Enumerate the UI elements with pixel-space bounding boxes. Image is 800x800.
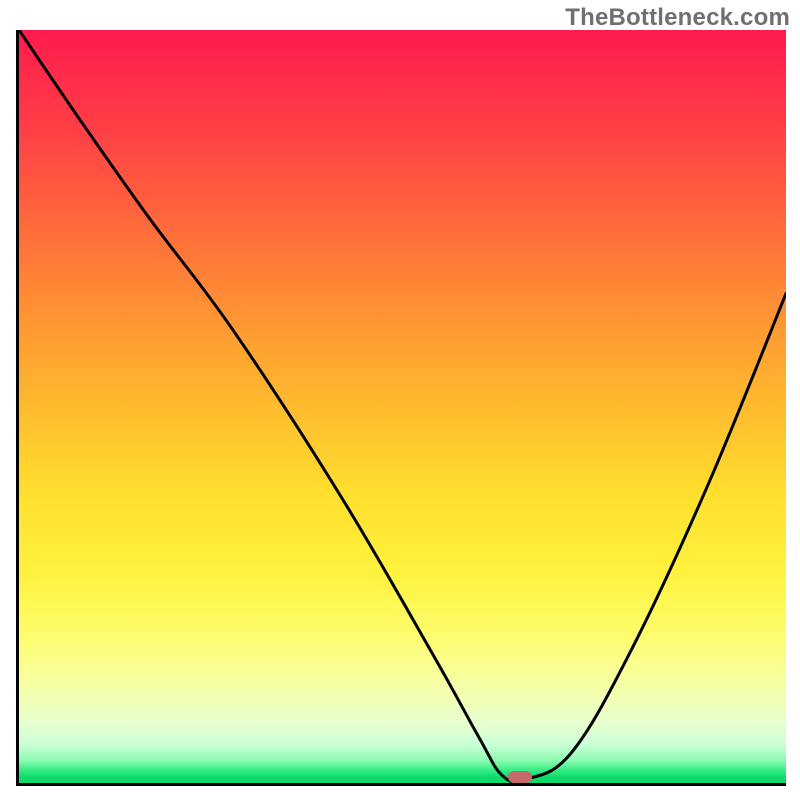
optimum-marker [508,771,532,783]
chart-frame: TheBottleneck.com [0,0,800,800]
plot-area [16,30,786,786]
watermark-text: TheBottleneck.com [565,4,790,32]
bottleneck-curve [19,30,786,783]
